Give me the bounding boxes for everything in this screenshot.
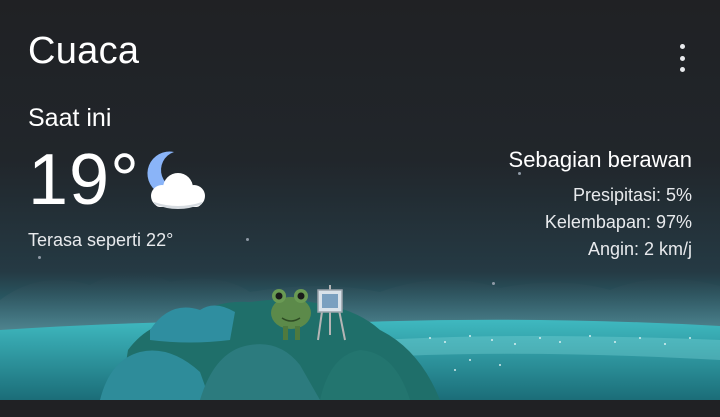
- current-label: Saat ini: [28, 104, 112, 132]
- wind-text: Angin: 2 km/j: [587, 239, 692, 259]
- more-options-button[interactable]: [668, 42, 696, 74]
- app-title: Cuaca: [28, 30, 140, 72]
- feels-like: Terasa seperti 22°: [28, 230, 174, 250]
- weather-card: Cuaca Saat ini 19° Terasa seperti 22° Se…: [0, 0, 720, 400]
- partly-cloudy-night-icon: [147, 151, 205, 209]
- bottom-bar: [0, 400, 720, 417]
- star: [38, 256, 41, 259]
- humidity-text: Kelembapan: 97%: [544, 212, 692, 232]
- current-temperature: 19°: [28, 140, 140, 220]
- more-vert-icon: [679, 44, 685, 49]
- condition-text: Sebagian berawan: [508, 147, 692, 172]
- precipitation-text: Presipitasi: 5%: [572, 185, 692, 205]
- star: [492, 282, 495, 285]
- star: [246, 238, 249, 241]
